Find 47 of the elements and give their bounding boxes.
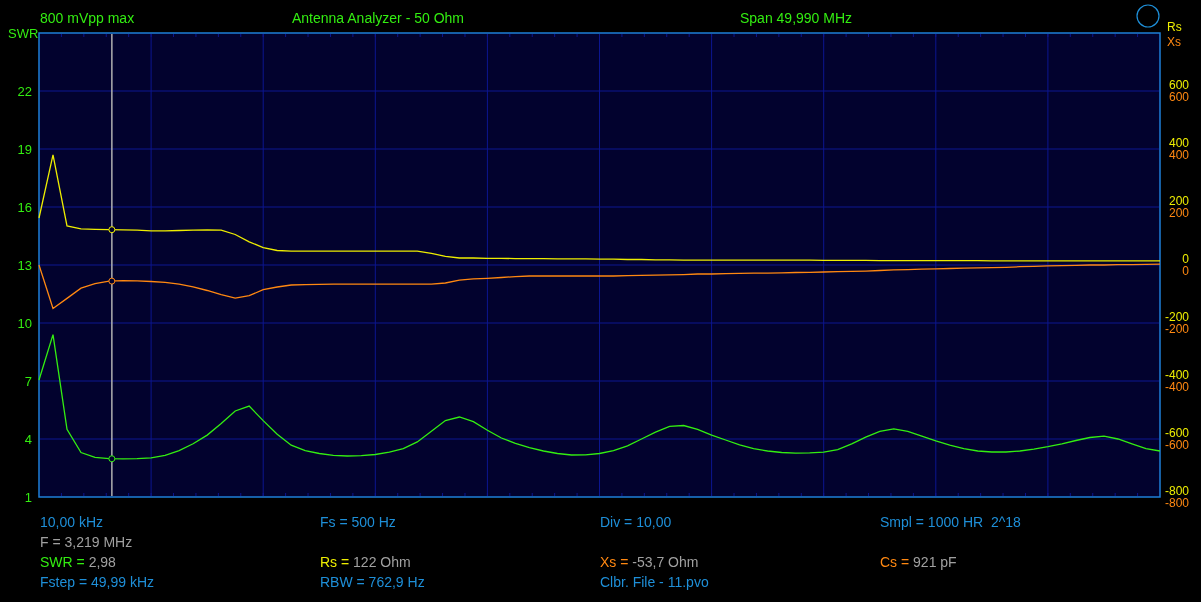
y-tick-label: 19 [17,141,32,157]
cursor-marker [108,226,116,234]
readout: F = 3,219 MHz [40,534,134,550]
y-tick-label: 7 [24,373,32,389]
y-tick-label: -400 [1164,380,1189,394]
readout: RBW = 762,9 Hz [320,574,426,590]
y-tick-label: -800 [1164,484,1189,498]
y-tick-label: 1 [24,489,32,505]
circle-icon[interactable] [1136,4,1160,28]
y-tick-label: 200 [1168,194,1189,208]
y-tick-label: -400 [1164,368,1189,382]
y-tick-label: -200 [1164,322,1189,336]
readout: Smpl = 1000 HR 2^18 [880,514,1022,530]
y-tick-label: 16 [17,199,32,215]
readout: Div = 10,00 [600,514,673,530]
y-tick-label: 4 [24,431,32,447]
readout: Fs = 500 Hz [320,514,397,530]
y-tick-label: -200 [1164,310,1189,324]
series-label: Rs [1167,20,1182,34]
readout: Cs = 921 pF [880,554,958,570]
readout: Clbr. File - 11.pvo [600,574,710,590]
y-tick-label: 0 [1182,264,1189,278]
series-label: Xs [1167,35,1181,49]
cursor-line[interactable] [111,34,113,496]
span-label: Span 49,990 MHz [740,10,853,26]
readout: Xs = -53,7 Ohm [600,554,700,570]
y-tick-label: -600 [1164,438,1189,452]
y-tick-label: 13 [17,257,32,273]
cursor-marker [108,277,116,285]
window-title: Antenna Analyzer - 50 Ohm [292,10,464,26]
readout: Rs = 122 Ohm [320,554,412,570]
y-tick-label: 0 [1182,252,1189,266]
axis-label: SWR [8,26,39,41]
y-tick-label: -800 [1164,496,1189,510]
y-tick-label: 10 [17,315,32,331]
y-tick-label: 22 [17,83,32,99]
readout: 10,00 kHz [40,514,105,530]
y-tick-label: 200 [1168,206,1189,220]
y-tick-label: 400 [1168,148,1189,162]
readout: SWR = 2,98 [40,554,117,570]
y-tick-label: 600 [1168,78,1189,92]
y-tick-label: 600 [1168,90,1189,104]
y-tick-label: -600 [1164,426,1189,440]
amplitude-label: 800 mVpp max [40,10,135,26]
y-tick-label: 400 [1168,136,1189,150]
cursor-marker [108,455,116,463]
readout: Fstep = 49,99 kHz [40,574,155,590]
